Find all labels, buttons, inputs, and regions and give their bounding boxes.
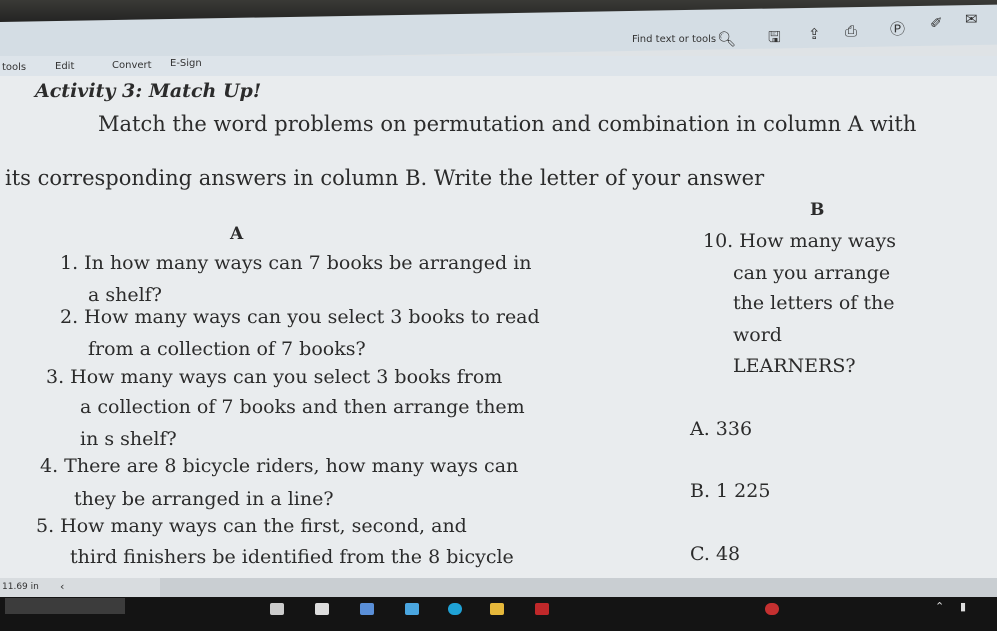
file-explorer-icon[interactable] [490, 603, 504, 615]
question-1: a shelf? [88, 284, 162, 306]
question-10: word [733, 324, 782, 346]
instruction-line: its corresponding answers in column B. W… [5, 166, 765, 190]
widgets-icon[interactable] [360, 603, 374, 615]
question-3: a collection of 7 books and then arrange… [80, 396, 525, 418]
question-4: they be arranged in a line? [74, 488, 334, 510]
comment-icon[interactable]: Ⓟ [890, 18, 905, 39]
mail-icon[interactable]: ✉ [965, 10, 978, 28]
column-a-header: A [230, 224, 244, 244]
menu-edit[interactable]: Edit [55, 61, 74, 72]
question-3: in s shelf? [80, 428, 177, 450]
question-10: LEARNERS? [733, 355, 856, 377]
question-5: third finishers be identified from the 8… [70, 546, 514, 568]
question-10: the letters of the [733, 292, 895, 314]
question-1: 1. In how many ways can 7 books be arran… [60, 252, 532, 274]
upload-icon[interactable]: ⇪ [808, 25, 821, 43]
tray-chevron-icon[interactable]: ⌃ [935, 600, 944, 613]
question-10: 10. How many ways [703, 230, 896, 252]
store-icon[interactable] [315, 603, 329, 615]
collapse-chevron-icon[interactable]: ‹ [60, 580, 64, 593]
menu-esign[interactable]: E-Sign [170, 58, 202, 69]
question-2: from a collection of 7 books? [88, 338, 366, 360]
link-icon[interactable]: ✐ [930, 14, 943, 32]
page-size-label: 11.69 in [2, 582, 39, 592]
answer-c: C. 48 [690, 543, 741, 565]
question-3: 3. How many ways can you select 3 books … [46, 366, 503, 388]
menu-tools[interactable]: tools [2, 62, 26, 73]
taskbar-search-box[interactable] [5, 598, 125, 614]
instruction-line: Match the word problems on permutation a… [98, 112, 917, 136]
activity-title: Activity 3: Match Up! [35, 80, 262, 102]
column-b-header: B [810, 200, 825, 220]
print-icon[interactable]: ⎙ [845, 22, 857, 40]
acrobat-icon[interactable] [535, 603, 549, 615]
question-4: 4. There are 8 bicycle riders, how many … [40, 455, 519, 477]
find-text-input[interactable]: Find text or tools [632, 34, 716, 45]
app-icon[interactable] [405, 603, 419, 615]
network-icon[interactable]: ▮ [960, 600, 966, 613]
task-view-icon[interactable] [270, 603, 284, 615]
answer-a: A. 336 [690, 418, 753, 440]
save-icon[interactable]: 🖫 [768, 27, 781, 52]
search-icon[interactable]: 🔍︎ [717, 30, 736, 48]
edge-icon[interactable] [448, 603, 462, 615]
weather-icon[interactable] [765, 603, 779, 615]
question-5: 5. How many ways can the first, second, … [36, 515, 467, 537]
answer-b: B. 1 225 [690, 480, 771, 502]
question-10: can you arrange [733, 262, 891, 284]
question-2: 2. How many ways can you select 3 books … [60, 306, 540, 328]
menu-convert[interactable]: Convert [112, 60, 152, 71]
